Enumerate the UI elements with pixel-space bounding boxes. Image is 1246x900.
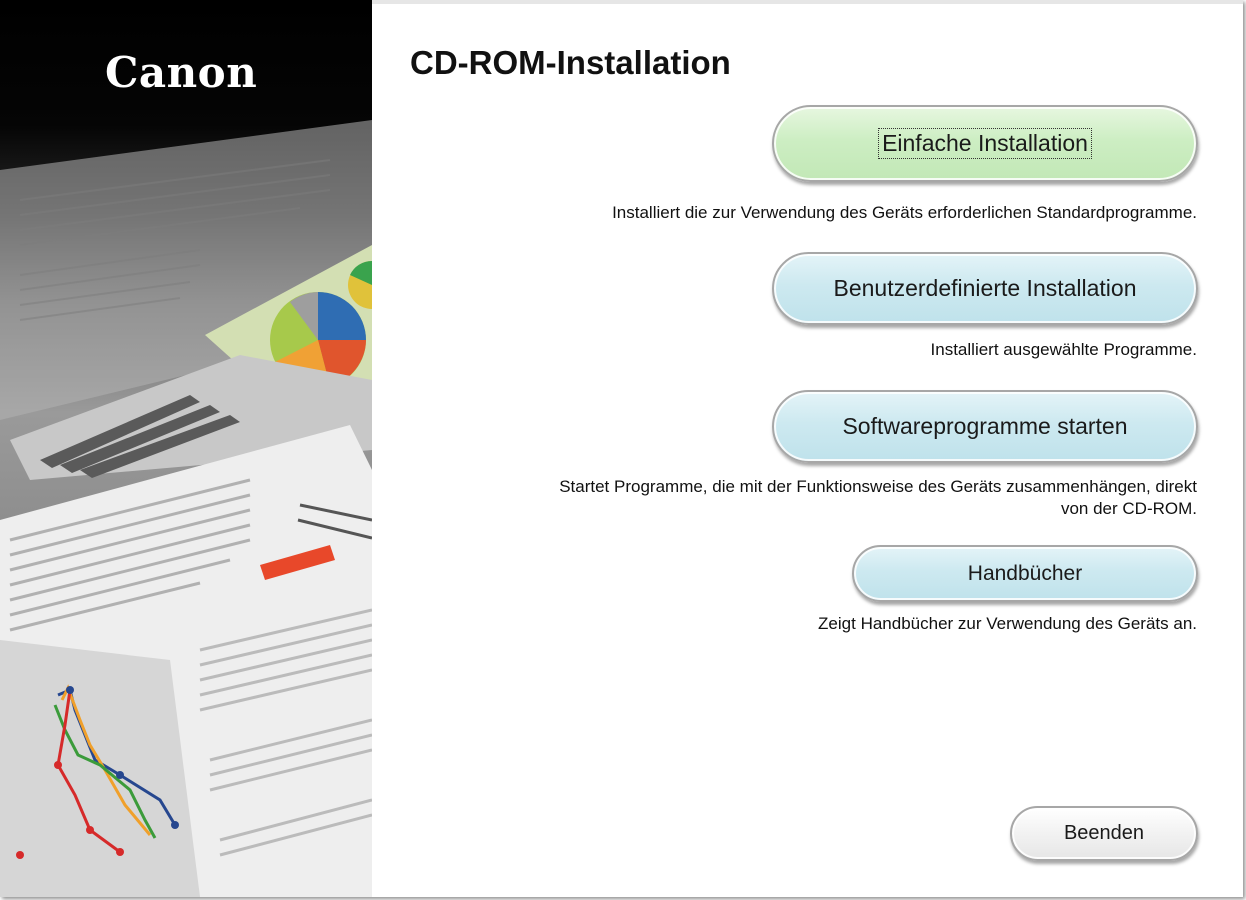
- canon-logo: Canon: [105, 48, 258, 97]
- start-software-label: Softwareprogramme starten: [842, 413, 1128, 439]
- easy-install-description: Installiert die zur Verwendung des Gerät…: [612, 203, 1197, 222]
- start-software-description-line-2: von der CD-ROM.: [1060, 499, 1197, 518]
- document-collage-image: [0, 120, 372, 897]
- easy-install-label: Einfache Installation: [878, 128, 1092, 159]
- page-title: CD-ROM-Installation: [410, 44, 731, 81]
- custom-install-button[interactable]: Benutzerdefinierte Installation: [772, 252, 1198, 325]
- easy-install-button[interactable]: Einfache Installation: [772, 105, 1198, 182]
- installer-window: Canon CD-ROM-Installation Einfache Insta…: [0, 0, 1243, 897]
- custom-install-description: Installiert ausgewählte Programme.: [930, 340, 1197, 359]
- start-software-button[interactable]: Softwareprogramme starten: [772, 390, 1198, 463]
- manuals-button[interactable]: Handbücher: [852, 545, 1198, 602]
- custom-install-label: Benutzerdefinierte Installation: [833, 275, 1137, 301]
- start-software-description: Startet Programme, die mit der Funktions…: [559, 476, 1197, 520]
- sidebar-banner: Canon: [0, 0, 372, 897]
- start-software-description-line-1: Startet Programme, die mit der Funktions…: [559, 477, 1197, 496]
- manuals-label: Handbücher: [967, 561, 1083, 585]
- main-panel: CD-ROM-Installation Einfache Installatio…: [372, 0, 1243, 897]
- exit-label: Beenden: [1063, 822, 1145, 844]
- manuals-description: Zeigt Handbücher zur Verwendung des Gerä…: [818, 614, 1197, 633]
- exit-button[interactable]: Beenden: [1010, 806, 1198, 861]
